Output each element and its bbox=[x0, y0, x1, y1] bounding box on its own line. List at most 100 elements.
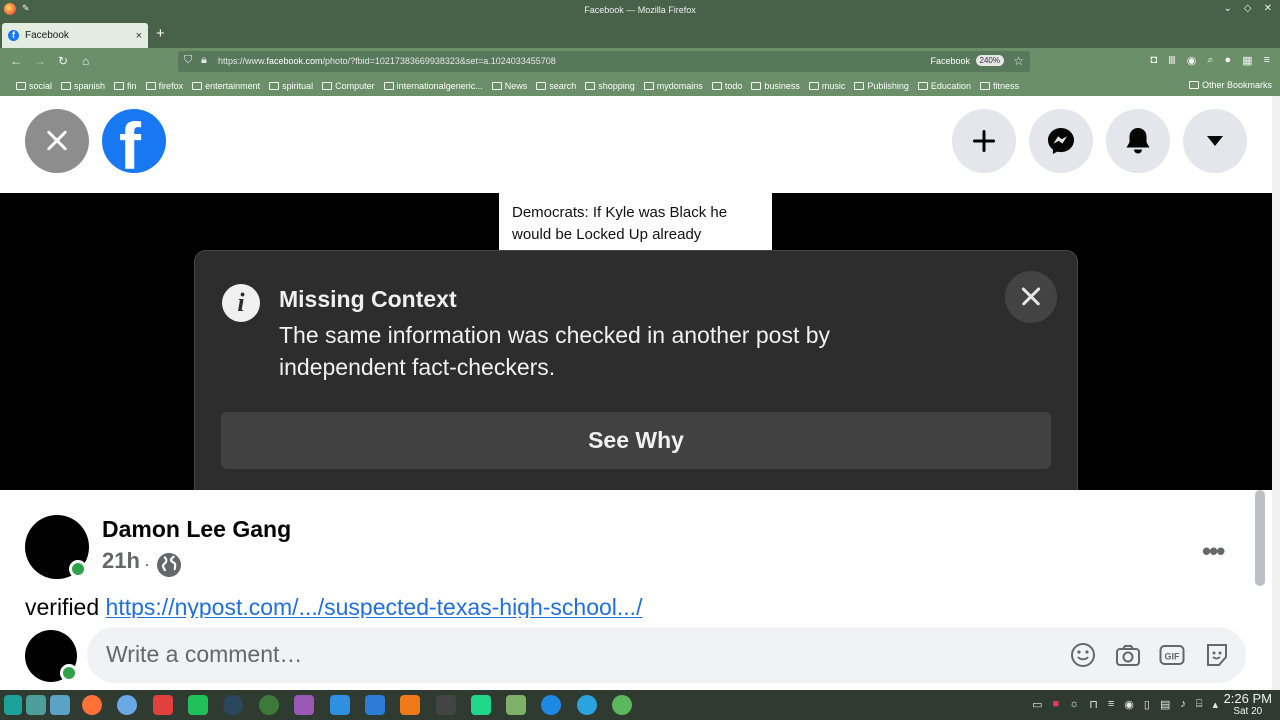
post-link[interactable]: https://nypost.com/.../suspected-texas-h… bbox=[106, 594, 643, 618]
pocket-icon[interactable]: ◘ bbox=[1150, 54, 1157, 67]
bookmark-folder[interactable]: search bbox=[536, 81, 576, 91]
account-menu-button[interactable] bbox=[1183, 109, 1247, 173]
bookmark-folder[interactable]: entertainment bbox=[192, 81, 260, 91]
photo-caption: Democrats: If Kyle was Black he would be… bbox=[499, 193, 772, 250]
bookmark-folder[interactable]: spiritual bbox=[269, 81, 313, 91]
notifications-button[interactable] bbox=[1106, 109, 1170, 173]
reload-button[interactable]: ↻ bbox=[58, 54, 68, 68]
forward-button[interactable]: → bbox=[34, 54, 46, 68]
battery-tray-icon[interactable]: ▯ bbox=[1144, 698, 1150, 711]
file-manager-icon[interactable] bbox=[50, 695, 70, 715]
post-scrollbar-thumb[interactable] bbox=[1255, 490, 1265, 586]
bookmark-folder[interactable]: Education bbox=[917, 81, 971, 91]
post-timestamp[interactable]: 21h bbox=[102, 548, 140, 574]
tracking-protection-icon[interactable]: ⛉ bbox=[184, 54, 192, 67]
folder-icon bbox=[711, 82, 722, 90]
bookmark-folder[interactable]: spanish bbox=[61, 81, 105, 91]
app-menu-icon[interactable] bbox=[4, 695, 22, 715]
notes-app-icon[interactable] bbox=[188, 695, 208, 715]
window-list-icon[interactable]: ▭ bbox=[1032, 698, 1042, 711]
other-bookmarks[interactable]: Other Bookmarks bbox=[1188, 80, 1272, 90]
menu-icon[interactable]: ≡ bbox=[1264, 54, 1270, 67]
bookmark-folder[interactable]: News bbox=[491, 81, 527, 91]
bookmark-folder[interactable]: firefox bbox=[145, 81, 183, 91]
emoji-icon[interactable] bbox=[1070, 642, 1096, 668]
bookmark-folder[interactable]: music bbox=[808, 81, 845, 91]
create-button[interactable] bbox=[952, 109, 1016, 173]
bookmark-star-icon[interactable]: ☆ bbox=[1013, 54, 1024, 68]
author-name[interactable]: Damon Lee Gang bbox=[102, 516, 291, 543]
network-app-icon[interactable] bbox=[117, 695, 137, 715]
gif-icon[interactable]: GIF bbox=[1159, 642, 1185, 668]
vivaldi-icon[interactable] bbox=[153, 695, 173, 715]
bookmark-folder[interactable]: fitness bbox=[979, 81, 1019, 91]
zoom-indicator[interactable]: 240% bbox=[975, 55, 1004, 66]
download-app-icon[interactable] bbox=[612, 695, 632, 715]
vscode-icon[interactable] bbox=[365, 695, 385, 715]
clipboard-tray-icon[interactable]: ▤ bbox=[1160, 698, 1170, 711]
url-bar[interactable]: ⛉ 🔒︎ https://www.facebook.com/photo/?fbi… bbox=[178, 51, 1030, 72]
weather-tray-icon[interactable]: ☼ bbox=[1069, 698, 1079, 711]
close-warning-button[interactable] bbox=[1005, 271, 1057, 323]
new-tab-button[interactable]: + bbox=[156, 26, 165, 41]
globe-icon[interactable] bbox=[156, 552, 182, 578]
bookmark-folder[interactable]: mydomains bbox=[643, 81, 703, 91]
globe-app-icon[interactable] bbox=[259, 695, 279, 715]
facebook-logo-letter: f bbox=[119, 109, 141, 173]
red-app-tray-icon[interactable]: ■ bbox=[1053, 698, 1060, 711]
url-text[interactable]: https://www.facebook.com/photo/?fbid=102… bbox=[218, 56, 556, 66]
sublime-icon[interactable] bbox=[400, 695, 420, 715]
bookmark-folder[interactable]: internationalgeneric... bbox=[383, 81, 483, 91]
extension-color-icon[interactable]: ◉ bbox=[1187, 54, 1197, 67]
telegram-icon[interactable] bbox=[577, 695, 597, 715]
tray-item-icon[interactable]: ⊓ bbox=[1089, 698, 1098, 711]
bookmark-folder[interactable]: business bbox=[751, 81, 800, 91]
camera-icon[interactable] bbox=[1115, 642, 1141, 668]
bookmark-folder[interactable]: shopping bbox=[585, 81, 635, 91]
firefox-taskbar-icon[interactable] bbox=[82, 695, 102, 715]
volume-tray-icon[interactable]: ♪ bbox=[1180, 698, 1186, 711]
document-app-icon[interactable] bbox=[330, 695, 350, 715]
facebook-logo[interactable]: f bbox=[102, 109, 166, 173]
bookmark-label: social bbox=[29, 81, 53, 91]
clock[interactable]: 2:26 PM Sat 20 bbox=[1224, 691, 1272, 718]
tab-facebook[interactable]: f Facebook × bbox=[2, 23, 148, 48]
ebook-app-icon[interactable] bbox=[294, 695, 314, 715]
lock-icon[interactable]: 🔒︎ bbox=[201, 54, 207, 67]
folder-icon bbox=[383, 82, 394, 90]
window-maximize-icon[interactable]: ◇ bbox=[1244, 3, 1252, 14]
comment-input[interactable]: Write a comment… GIF bbox=[87, 627, 1246, 683]
extension-green-icon[interactable]: ● bbox=[1225, 54, 1232, 67]
extension-grid-icon[interactable]: ▦ bbox=[1242, 54, 1252, 67]
more-options-icon[interactable]: ••• bbox=[1202, 536, 1225, 567]
bookmark-folder[interactable]: fin bbox=[114, 81, 137, 91]
close-photo-button[interactable] bbox=[25, 109, 89, 173]
page-scrollbar-track[interactable] bbox=[1272, 96, 1280, 690]
home-button[interactable]: ⌂ bbox=[82, 54, 89, 68]
window-minimize-icon[interactable]: ⌄ bbox=[1224, 3, 1232, 14]
extension-search-icon[interactable]: ⌕ bbox=[1207, 54, 1213, 67]
bookmark-folder[interactable]: todo bbox=[711, 81, 742, 91]
bookmark-folder[interactable]: Publishing bbox=[854, 81, 909, 91]
messenger-button[interactable] bbox=[1029, 109, 1093, 173]
game-app-icon[interactable] bbox=[506, 695, 526, 715]
tray-expand-icon[interactable]: ▴ bbox=[1212, 698, 1218, 711]
bookmark-folder[interactable]: social bbox=[16, 81, 52, 91]
pycharm-icon[interactable] bbox=[471, 695, 491, 715]
headphones-app-icon[interactable] bbox=[541, 695, 561, 715]
bookmark-folder[interactable]: Computer bbox=[322, 81, 375, 91]
record-tray-icon[interactable]: ◉ bbox=[1124, 698, 1134, 711]
tray-item-icon-2[interactable]: ≡ bbox=[1108, 698, 1114, 711]
steam-icon[interactable] bbox=[223, 695, 243, 715]
back-button[interactable]: ← bbox=[10, 54, 22, 68]
folder-icon bbox=[751, 82, 762, 90]
see-why-button[interactable]: See Why bbox=[221, 412, 1051, 469]
library-icon[interactable]: Ⅲ bbox=[1168, 54, 1176, 67]
sticker-icon[interactable] bbox=[1204, 642, 1230, 668]
terminal-icon[interactable] bbox=[436, 695, 456, 715]
tab-close-icon[interactable]: × bbox=[136, 30, 142, 42]
window-close-icon[interactable]: ✕ bbox=[1264, 3, 1272, 14]
desktop-pager-icon[interactable] bbox=[26, 695, 46, 715]
network-tray-icon[interactable]: ⌸ bbox=[1196, 698, 1203, 711]
photo-viewer[interactable]: Democrats: If Kyle was Black he would be… bbox=[0, 193, 1272, 490]
